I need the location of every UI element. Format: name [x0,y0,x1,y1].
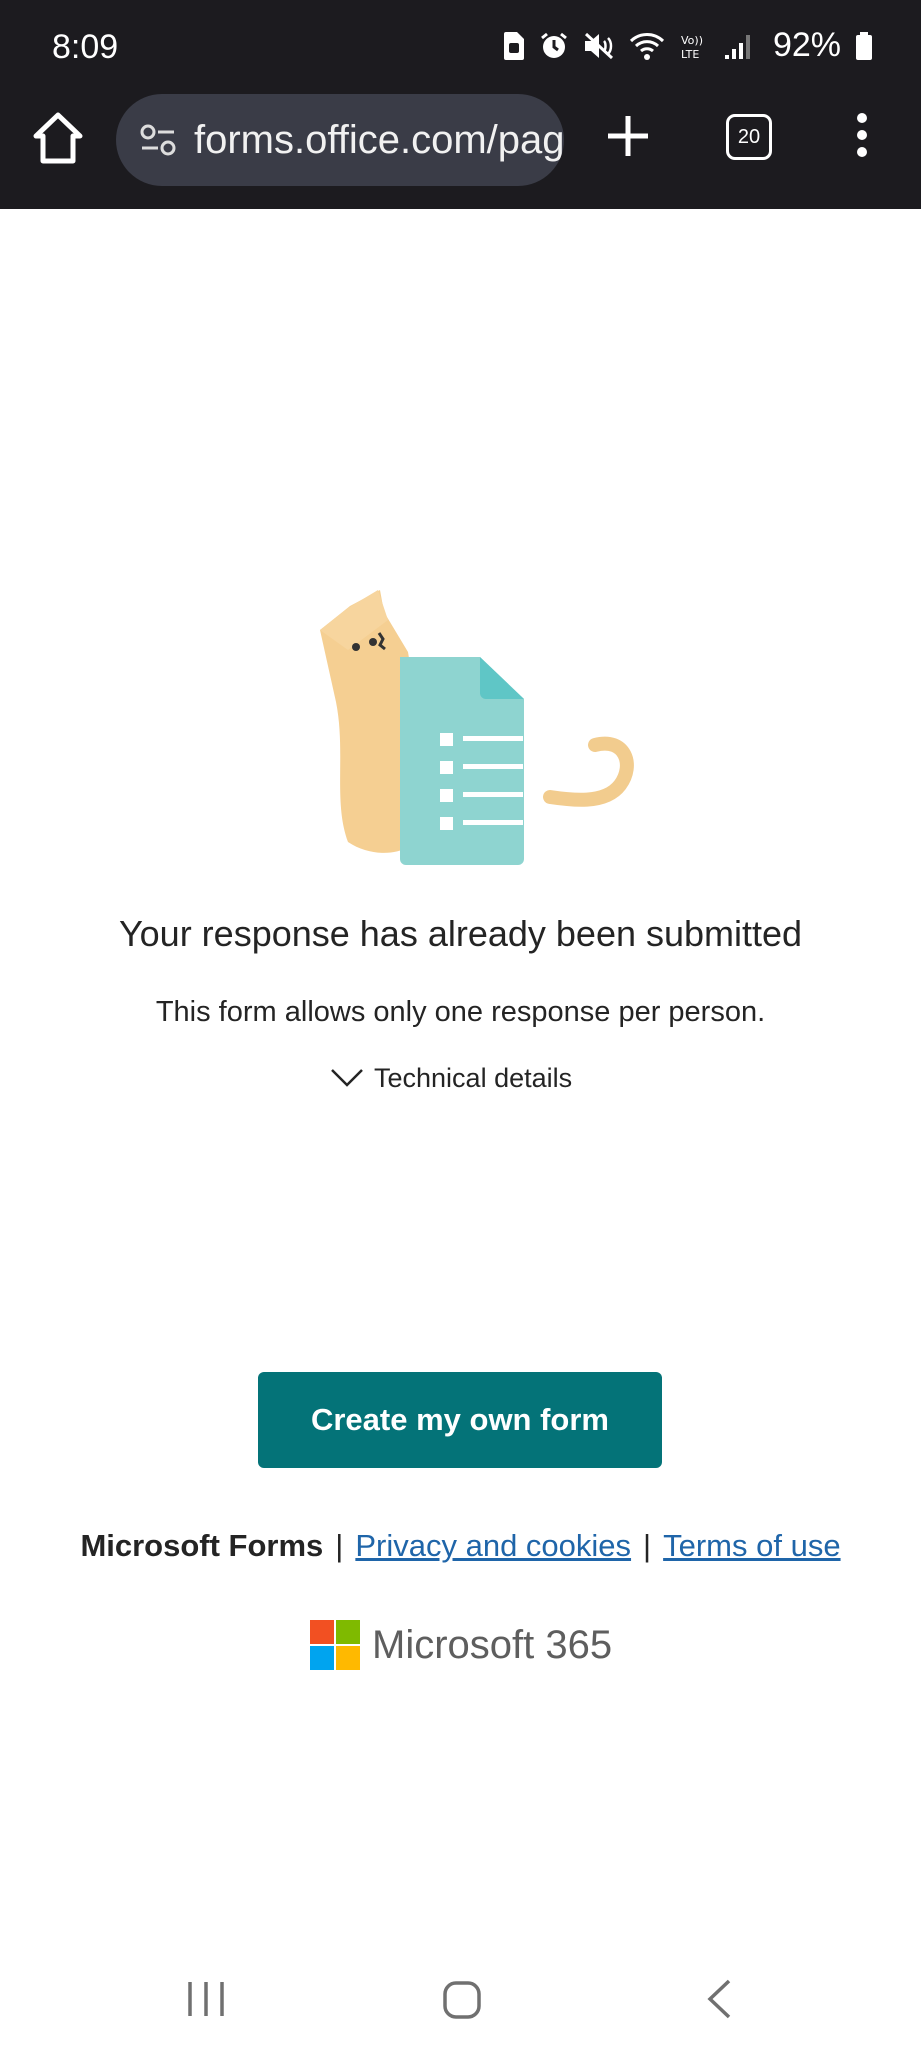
wifi-icon [629,32,664,60]
footer-separator: | [643,1528,652,1563]
battery-percent: 92% [772,26,841,64]
tab-switcher-button[interactable]: 20 [726,114,772,160]
sim-icon [503,31,524,60]
footer-links: Microsoft Forms | Privacy and cookies | Term… [0,1528,921,1564]
microsoft-365-text: Microsoft 365 [372,1622,613,1667]
chevron-down-icon [331,1069,363,1087]
privacy-and-cookies-link[interactable]: Privacy and cookies [355,1528,631,1563]
svg-text:Vo)): Vo)) [681,34,703,47]
battery-icon [856,31,872,60]
tab-count: 20 [737,125,761,148]
cat-form-illustration [320,590,634,865]
footer-brand: Microsoft Forms [80,1528,324,1563]
home-nav-icon[interactable] [442,1980,482,2020]
browser-toolbar: forms.office.com/pages 20 [0,92,921,188]
alarm-icon [541,32,567,58]
terms-of-use-link[interactable]: Terms of use [663,1528,840,1563]
volte-icon: Vo)) LTE [681,34,703,61]
technical-details-toggle[interactable]: Technical details [330,1058,572,1098]
url-text: forms.office.com/pages [194,117,564,162]
system-navigation-bar [0,1960,921,2048]
overflow-menu-icon[interactable] [852,112,872,158]
response-submitted-title: Your response has already been submitted [118,913,803,954]
svg-text:LTE: LTE [681,48,699,61]
create-my-own-form-button[interactable]: Create my own form [258,1372,662,1468]
new-tab-icon[interactable] [606,114,650,158]
footer-separator: | [335,1528,344,1563]
signal-icon [724,34,750,59]
recents-icon[interactable] [186,1978,226,2020]
home-icon[interactable] [32,110,84,166]
browser-chrome: 8:09 Vo)) LTE 92% forms.office.com/pag 2… [0,0,921,209]
microsoft-365-logo: Microsoft 365 [310,1620,612,1670]
back-icon[interactable] [704,1978,734,2020]
technical-details-label: Technical details [374,1062,573,1093]
status-time: 8:09 [52,28,119,66]
one-response-message: This form allows only one response per p… [155,996,766,1028]
status-icons: Vo)) LTE 92% [503,26,873,65]
mute-icon [584,32,613,59]
address-bar[interactable]: forms.office.com/pages [116,94,564,186]
microsoft-logo-icon [310,1620,360,1670]
site-settings-icon[interactable] [140,124,176,156]
